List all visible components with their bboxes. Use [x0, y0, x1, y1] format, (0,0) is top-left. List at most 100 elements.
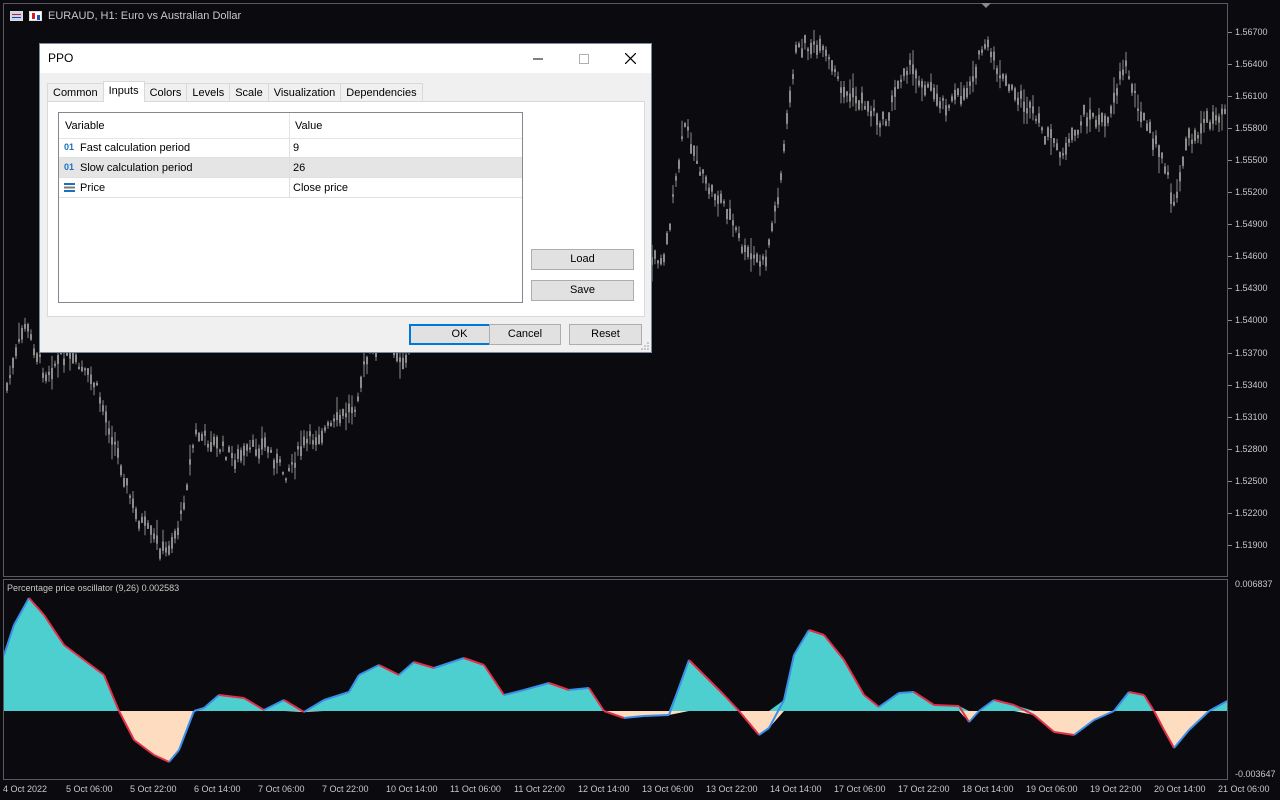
candle-body — [231, 452, 233, 459]
candle-body — [153, 533, 155, 539]
candle-body — [786, 113, 788, 124]
candle-body — [165, 547, 167, 553]
variable-value[interactable]: 9 — [293, 142, 299, 154]
close-button[interactable] — [607, 44, 653, 73]
candle-body — [1110, 106, 1112, 114]
candle-body — [798, 43, 800, 47]
candle-body — [192, 445, 194, 448]
candle-body — [1059, 151, 1061, 158]
candle-body — [264, 437, 266, 448]
time-tick-label: 13 Oct 22:00 — [706, 784, 758, 794]
candle-body — [6, 383, 8, 391]
maximize-button[interactable] — [561, 44, 607, 73]
dialog-titlebar[interactable]: PPO — [40, 44, 651, 73]
column-header-variable[interactable]: Variable — [65, 120, 105, 132]
time-tick-label: 4 Oct 2022 — [3, 784, 48, 794]
price-tick-mark — [1228, 64, 1232, 65]
candle-body — [402, 357, 404, 370]
candle-body — [1170, 192, 1172, 205]
candle-body — [141, 516, 143, 523]
candle-body — [891, 95, 893, 103]
candle-body — [660, 258, 662, 265]
price-tick-mark — [1228, 545, 1232, 546]
time-tick-label: 11 Oct 22:00 — [514, 784, 565, 794]
oscillator-window[interactable]: Percentage price oscillator (9,26) 0.002… — [3, 579, 1228, 780]
candle-body — [198, 432, 200, 442]
tab-inputs[interactable]: Inputs — [102, 81, 145, 102]
candle-body — [306, 438, 308, 444]
candle-body — [858, 100, 860, 110]
integer-type-icon: 01 — [64, 142, 75, 152]
candle-body — [1035, 118, 1037, 121]
save-button[interactable]: Save — [531, 280, 634, 301]
tab-dependencies[interactable]: Dependencies — [340, 83, 423, 102]
candle-body — [201, 434, 203, 441]
candle-body — [18, 339, 20, 342]
candle-body — [888, 112, 890, 121]
candle-body — [219, 449, 221, 452]
column-header-value[interactable]: Value — [295, 120, 322, 132]
candle-body — [1041, 127, 1043, 131]
candle-body — [957, 88, 959, 96]
candle-body — [324, 427, 326, 431]
candle-body — [816, 44, 818, 55]
candle-body — [1002, 73, 1004, 79]
candle-body — [1167, 171, 1169, 176]
candle-body — [846, 91, 848, 96]
tab-scale[interactable]: Scale — [229, 83, 269, 102]
input-row-price[interactable]: Price Close price — [59, 178, 522, 198]
input-row-slow-period[interactable]: 01 Slow calculation period 26 — [59, 158, 522, 178]
time-scale[interactable]: 4 Oct 2022 5 Oct 06:00 5 Oct 22:00 6 Oct 14… — [0, 780, 1280, 800]
candle-body — [1062, 153, 1064, 156]
shift-marker-icon[interactable] — [981, 3, 991, 8]
candle-body — [105, 411, 107, 423]
candle-body — [1023, 101, 1025, 112]
candle-body — [945, 105, 947, 116]
candle-body — [333, 418, 335, 422]
candle-body — [720, 193, 722, 203]
resize-grip-icon[interactable] — [641, 342, 649, 350]
time-tick-label: 12 Oct 14:00 — [578, 784, 630, 794]
candle-body — [63, 358, 65, 366]
candle-body — [777, 197, 779, 205]
tab-levels[interactable]: Levels — [186, 83, 231, 102]
price-tick-mark — [1228, 160, 1232, 161]
candle-body — [78, 366, 80, 370]
variable-value[interactable]: 26 — [293, 162, 305, 174]
cancel-button[interactable]: Cancel — [489, 324, 561, 345]
candle-body — [723, 201, 725, 204]
candle-body — [1083, 104, 1085, 115]
candle-body — [678, 160, 680, 169]
tab-colors[interactable]: Colors — [143, 83, 188, 102]
candle-body — [246, 444, 248, 451]
inputs-grid: Variable Value 01 Fast calculation perio… — [58, 112, 523, 303]
candle-body — [1176, 191, 1178, 199]
candle-body — [21, 327, 23, 340]
candle-body — [96, 382, 98, 386]
candle-body — [168, 545, 170, 555]
candle-body — [1152, 138, 1154, 150]
candle-body — [249, 447, 251, 450]
candle-body — [870, 110, 872, 117]
price-tick-label: 1.54600 — [1235, 251, 1268, 261]
candle-body — [843, 86, 845, 98]
minimize-button[interactable] — [515, 44, 561, 73]
input-row-fast-period[interactable]: 01 Fast calculation period 9 — [59, 138, 522, 158]
ppo-positive-area — [4, 598, 1227, 711]
price-tick-mark — [1228, 353, 1232, 354]
price-tick-mark — [1228, 320, 1232, 321]
candle-body — [108, 428, 110, 435]
variable-value[interactable]: Close price — [293, 182, 348, 194]
tab-common[interactable]: Common — [47, 83, 104, 102]
candle-body — [1128, 76, 1130, 80]
candle-body — [828, 57, 830, 60]
candle-body — [852, 88, 854, 98]
candle-body — [738, 233, 740, 239]
reset-button[interactable]: Reset — [569, 324, 642, 345]
candle-body — [42, 372, 44, 378]
candle-body — [144, 516, 146, 526]
price-scale[interactable]: 1.56700 1.56400 1.56100 1.55800 1.55500 1.552… — [1228, 0, 1280, 780]
tab-visualization[interactable]: Visualization — [267, 83, 342, 102]
load-button[interactable]: Load — [531, 249, 634, 270]
candle-body — [102, 405, 104, 412]
